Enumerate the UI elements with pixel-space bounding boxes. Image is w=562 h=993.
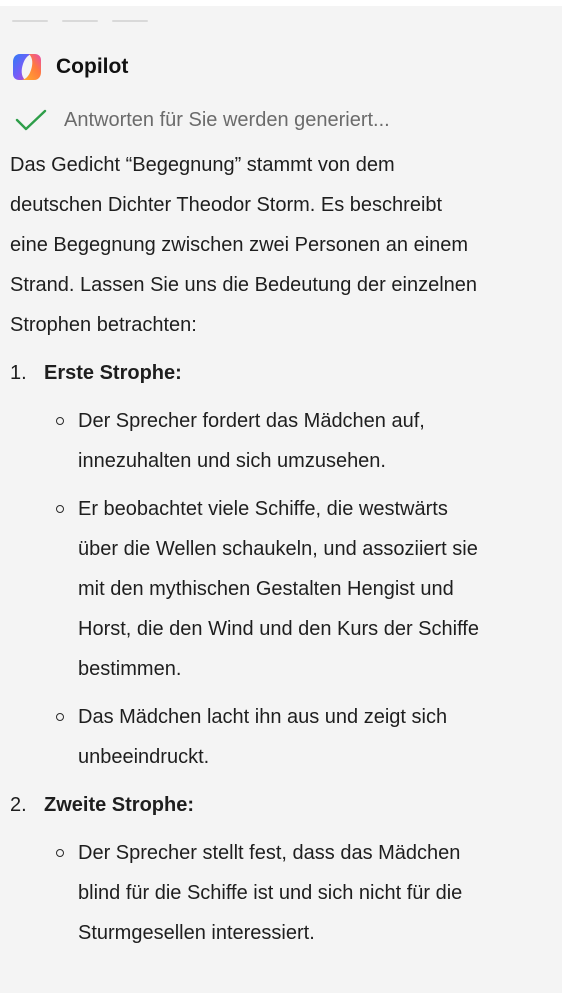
response-content: Das Gedicht “Begegnung” stammt von dem d… bbox=[10, 145, 562, 961]
generation-status: Antworten für Sie werden generiert... bbox=[14, 108, 390, 132]
intro-line: Strand. Lassen Sie uns die Bedeutung der… bbox=[10, 274, 478, 296]
bullet-text: Er beobachtet viele Schiffe, die westwär… bbox=[78, 489, 562, 689]
status-text: Antworten für Sie werden generiert... bbox=[64, 108, 390, 131]
divider-dash bbox=[62, 20, 98, 22]
bullet-line: Der Sprecher stellt fest, dass das Mädch… bbox=[78, 842, 461, 864]
bullet-line: über die Wellen schaukeln, und assoziier… bbox=[78, 538, 478, 560]
check-icon bbox=[15, 109, 47, 131]
intro-line: deutschen Dichter Theodor Storm. Es besc… bbox=[10, 194, 443, 216]
bullet-line: Sturmgesellen interessiert. bbox=[78, 922, 315, 944]
bullet-text: Der Sprecher stellt fest, dass das Mädch… bbox=[78, 833, 562, 953]
bullet-line: Er beobachtet viele Schiffe, die westwär… bbox=[78, 498, 448, 520]
divider-dash bbox=[12, 20, 48, 22]
bullet-text: Das Mädchen lacht ihn aus und zeigt sich… bbox=[78, 697, 562, 777]
bullet-line: Der Sprecher fordert das Mädchen auf, bbox=[78, 410, 425, 432]
bullet-list: Der Sprecher stellt fest, dass das Mädch… bbox=[10, 833, 562, 953]
section-heading: 1. Erste Strophe: bbox=[10, 353, 562, 393]
section-number: 2. bbox=[10, 794, 27, 816]
bullet-circle-icon bbox=[56, 401, 78, 481]
bullet-text: Der Sprecher fordert das Mädchen auf, in… bbox=[78, 401, 562, 481]
section-title: Zweite Strophe: bbox=[44, 794, 195, 816]
bullet-line: mit den mythischen Gestalten Hengist und bbox=[78, 578, 454, 600]
bullet-circle-icon bbox=[56, 697, 78, 777]
top-divider bbox=[12, 20, 148, 22]
bullet-list: Der Sprecher fordert das Mädchen auf, in… bbox=[10, 401, 562, 777]
section-first-stanza: 1. Erste Strophe: Der Sprecher fordert d… bbox=[10, 353, 562, 777]
copilot-header: Copilot bbox=[10, 50, 128, 84]
list-item: Der Sprecher fordert das Mädchen auf, in… bbox=[10, 401, 562, 481]
bullet-line: Horst, die den Wind und den Kurs der Sch… bbox=[78, 618, 479, 640]
bullet-circle-icon bbox=[56, 489, 78, 689]
copilot-response-panel: Copilot Antworten für Sie werden generie… bbox=[0, 6, 562, 993]
intro-line: Strophen betrachten: bbox=[10, 314, 197, 336]
section-heading: 2. Zweite Strophe: bbox=[10, 785, 562, 825]
bullet-line: bestimmen. bbox=[78, 658, 182, 680]
intro-paragraph: Das Gedicht “Begegnung” stammt von dem d… bbox=[10, 145, 562, 345]
intro-line: Das Gedicht “Begegnung” stammt von dem bbox=[10, 154, 395, 176]
bullet-line: Das Mädchen lacht ihn aus und zeigt sich bbox=[78, 706, 448, 728]
list-item: Der Sprecher stellt fest, dass das Mädch… bbox=[10, 833, 562, 953]
bullet-line: blind für die Schiffe ist und sich nicht… bbox=[78, 882, 463, 904]
section-number: 1. bbox=[10, 362, 27, 384]
list-item: Er beobachtet viele Schiffe, die westwär… bbox=[10, 489, 562, 689]
section-title: Erste Strophe: bbox=[44, 362, 182, 384]
copilot-brand-name: Copilot bbox=[56, 55, 129, 78]
copilot-logo-icon bbox=[13, 54, 41, 80]
bullet-circle-icon bbox=[56, 833, 78, 953]
bullet-line: innezuhalten und sich umzusehen. bbox=[78, 450, 386, 472]
bullet-line: unbeeindruckt. bbox=[78, 746, 210, 768]
divider-dash bbox=[112, 20, 148, 22]
section-second-stanza: 2. Zweite Strophe: Der Sprecher stellt f… bbox=[10, 785, 562, 953]
intro-line: eine Begegnung zwischen zwei Personen an… bbox=[10, 234, 469, 256]
list-item: Das Mädchen lacht ihn aus und zeigt sich… bbox=[10, 697, 562, 777]
